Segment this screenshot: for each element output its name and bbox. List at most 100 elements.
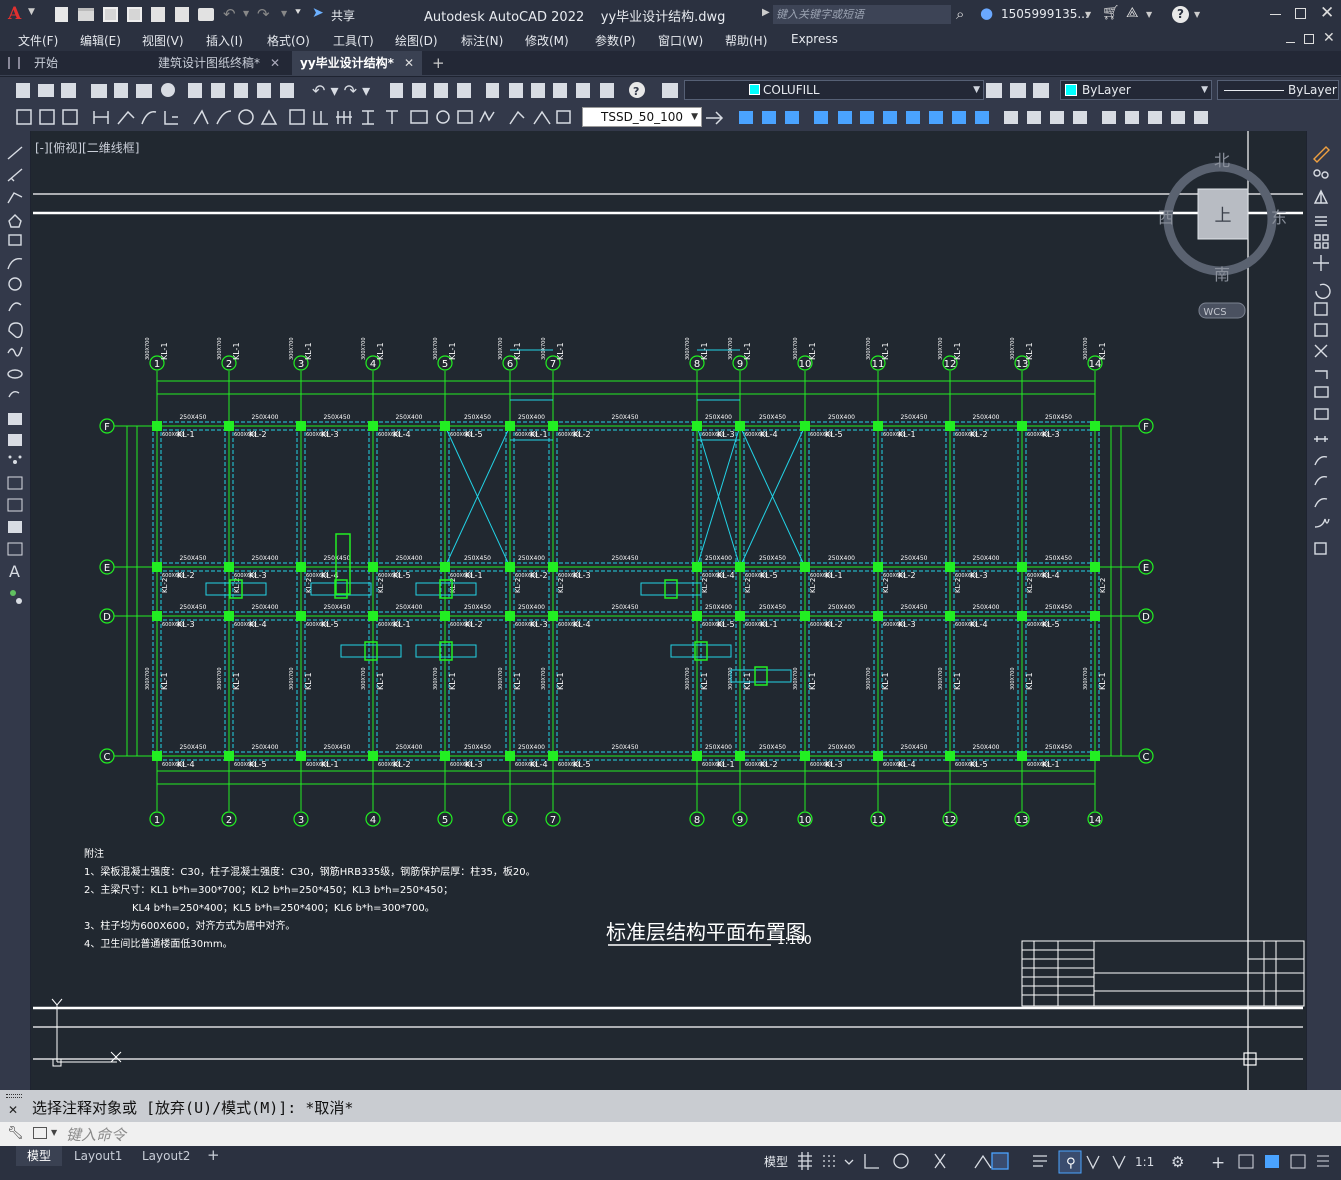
doc-minimize-icon[interactable] bbox=[1286, 42, 1295, 43]
tab-structure[interactable]: yy毕业设计结构* ✕ bbox=[292, 51, 422, 76]
user-name[interactable]: 1505999135... bbox=[1001, 7, 1089, 21]
share-button[interactable]: 共享 bbox=[331, 7, 355, 24]
user-icon[interactable]: ● bbox=[980, 4, 993, 22]
svg-text:+: + bbox=[1211, 1153, 1225, 1173]
detail-block bbox=[340, 644, 402, 658]
grid-label: 6 bbox=[507, 815, 513, 826]
menu-dimension[interactable]: 标注(N) bbox=[461, 32, 503, 49]
save-as-icon[interactable] bbox=[127, 7, 142, 22]
beam-label: KL-1 bbox=[513, 672, 522, 690]
linetype-dropdown[interactable]: ByLayer bbox=[1217, 80, 1339, 100]
menu-express[interactable]: Express bbox=[791, 32, 838, 46]
tab-architecture[interactable]: 建筑设计图纸终稿* ✕ bbox=[150, 51, 290, 76]
user-dropdown-icon[interactable]: ▼ bbox=[1085, 10, 1091, 19]
redo-icon[interactable]: ↷ bbox=[257, 5, 270, 23]
recent-dropdown-icon[interactable]: ▼ bbox=[51, 1128, 57, 1137]
beam-label: KL-2 bbox=[1026, 578, 1034, 593]
open-file-icon[interactable] bbox=[78, 8, 94, 21]
save-web-icon[interactable] bbox=[175, 7, 189, 22]
column-size-label: 600X600 bbox=[515, 762, 538, 768]
command-input[interactable]: 键入命令 bbox=[66, 1124, 1336, 1144]
doc-restore-icon[interactable] bbox=[1304, 34, 1314, 44]
minimize-icon[interactable] bbox=[1270, 14, 1281, 15]
autodesk-app-icon[interactable]: ⟁ bbox=[1126, 5, 1139, 21]
column-size-label: 600X600 bbox=[162, 622, 185, 628]
viewcube[interactable]: 上 北 南 东 西 WCS bbox=[1158, 151, 1287, 319]
plot-icon[interactable] bbox=[198, 8, 214, 21]
color-swatch bbox=[1065, 84, 1077, 96]
svg-text:A: A bbox=[9, 562, 20, 581]
tab-menu-icon[interactable] bbox=[8, 57, 20, 69]
layout-tab-model[interactable]: 模型 bbox=[16, 1146, 62, 1166]
search-icon[interactable]: ⌕ bbox=[956, 5, 964, 23]
beam-label: KL-2 bbox=[744, 578, 752, 593]
app-dropdown-icon[interactable]: ▼ bbox=[1146, 10, 1152, 19]
status-toggle-icons[interactable]: ⚲ 1:1 ⚙ + bbox=[795, 1150, 1341, 1176]
column-size-label: 600X600 bbox=[234, 762, 257, 768]
close-icon[interactable]: ✕ bbox=[1320, 3, 1334, 23]
undo-icon[interactable]: ↶ bbox=[223, 5, 236, 23]
command-options-icon[interactable]: 🔧︎ bbox=[7, 1126, 24, 1141]
layout-tab-layout2[interactable]: Layout2 bbox=[142, 1149, 190, 1163]
beam-label: KL-1 bbox=[700, 342, 709, 360]
section-label: 300X700 bbox=[541, 667, 547, 690]
new-tab-icon[interactable]: + bbox=[432, 54, 445, 72]
menu-format[interactable]: 格式(O) bbox=[267, 32, 310, 49]
tab-close-icon[interactable]: ✕ bbox=[404, 51, 414, 76]
layout-tab-layout1[interactable]: Layout1 bbox=[74, 1149, 122, 1163]
menu-tools[interactable]: 工具(T) bbox=[333, 32, 374, 49]
drawing-title: 标准层结构平面布置图 bbox=[606, 920, 806, 944]
beam-label: KL-2 bbox=[557, 578, 565, 593]
save-icon[interactable] bbox=[103, 7, 118, 22]
column-mark bbox=[1090, 611, 1100, 621]
modify-toolbar-icons[interactable] bbox=[1307, 131, 1341, 1090]
dimstyle-dropdown[interactable]: TSSD_50_100 ▼ bbox=[582, 107, 702, 127]
beam-label: KL-1 bbox=[376, 342, 385, 360]
tab-start[interactable]: 开始 bbox=[26, 51, 144, 76]
cart-icon[interactable]: 🛒︎ bbox=[1102, 5, 1120, 21]
beam-label: KL-1 bbox=[743, 342, 752, 360]
menu-view[interactable]: 视图(V) bbox=[142, 32, 184, 49]
add-layout-icon[interactable]: + bbox=[207, 1146, 220, 1164]
beam-label: KL-1 bbox=[1098, 342, 1107, 360]
command-history: ✕ 选择注释对象或 [放弃(U)/模式(M)]: *取消* bbox=[0, 1090, 1341, 1122]
new-file-icon[interactable] bbox=[55, 7, 68, 22]
layer-dropdown[interactable]: COLUFILL ▼ bbox=[684, 80, 984, 100]
draw-toolbar-icons[interactable]: A bbox=[0, 131, 30, 1090]
color-dropdown[interactable]: ByLayer ▼ bbox=[1060, 80, 1212, 100]
command-grip-icon[interactable] bbox=[6, 1094, 22, 1098]
help-icon[interactable]: ? bbox=[1172, 6, 1189, 23]
help-dropdown-icon[interactable]: ▼ bbox=[1194, 10, 1200, 19]
tab-close-icon[interactable]: ✕ bbox=[270, 51, 280, 76]
menu-insert[interactable]: 插入(I) bbox=[206, 32, 243, 49]
menu-edit[interactable]: 编辑(E) bbox=[80, 32, 121, 49]
menu-window[interactable]: 窗口(W) bbox=[658, 32, 703, 49]
section-label: 300X700 bbox=[433, 337, 439, 360]
undo-dropdown-icon[interactable]: ▼ bbox=[243, 9, 249, 18]
command-close-icon[interactable]: ✕ bbox=[8, 1103, 18, 1117]
drawing-canvas[interactable]: [-][俯视][二维线框] 上 北 南 东 西 WCS 1 1 2 2 3 3 … bbox=[31, 131, 1306, 1090]
search-expand-icon[interactable]: ▶ bbox=[762, 7, 770, 18]
customize-qat-icon[interactable]: ⯆ bbox=[294, 7, 302, 18]
draw-toolbar: A bbox=[0, 131, 30, 1090]
share-icon[interactable]: ➤ bbox=[312, 5, 324, 21]
menu-help[interactable]: 帮助(H) bbox=[725, 32, 767, 49]
section-label: 250X400 bbox=[705, 414, 732, 421]
model-space-button[interactable]: 模型 bbox=[764, 1153, 788, 1170]
menu-parametric[interactable]: 参数(P) bbox=[595, 32, 636, 49]
maximize-icon[interactable] bbox=[1295, 8, 1306, 19]
column-mark bbox=[368, 421, 378, 431]
menu-file[interactable]: 文件(F) bbox=[18, 32, 58, 49]
search-input[interactable]: 键入关键字或短语 bbox=[773, 5, 951, 24]
doc-close-icon[interactable]: ✕ bbox=[1323, 30, 1335, 46]
menu-modify[interactable]: 修改(M) bbox=[525, 32, 569, 49]
autocad-logo[interactable]: A bbox=[8, 4, 24, 24]
menu-draw[interactable]: 绘图(D) bbox=[395, 32, 438, 49]
tab-architecture-label: 建筑设计图纸终稿* bbox=[158, 56, 261, 70]
svg-text:↶ ▾ ↷ ▾: ↶ ▾ ↷ ▾ bbox=[312, 81, 370, 100]
app-menu-chevron-icon[interactable]: ▼ bbox=[28, 7, 35, 17]
redo-dropdown-icon[interactable]: ▼ bbox=[281, 9, 287, 18]
open-web-icon[interactable] bbox=[151, 7, 165, 22]
command-recent-icon[interactable] bbox=[33, 1127, 47, 1139]
modify-toolbar bbox=[1307, 131, 1341, 1090]
